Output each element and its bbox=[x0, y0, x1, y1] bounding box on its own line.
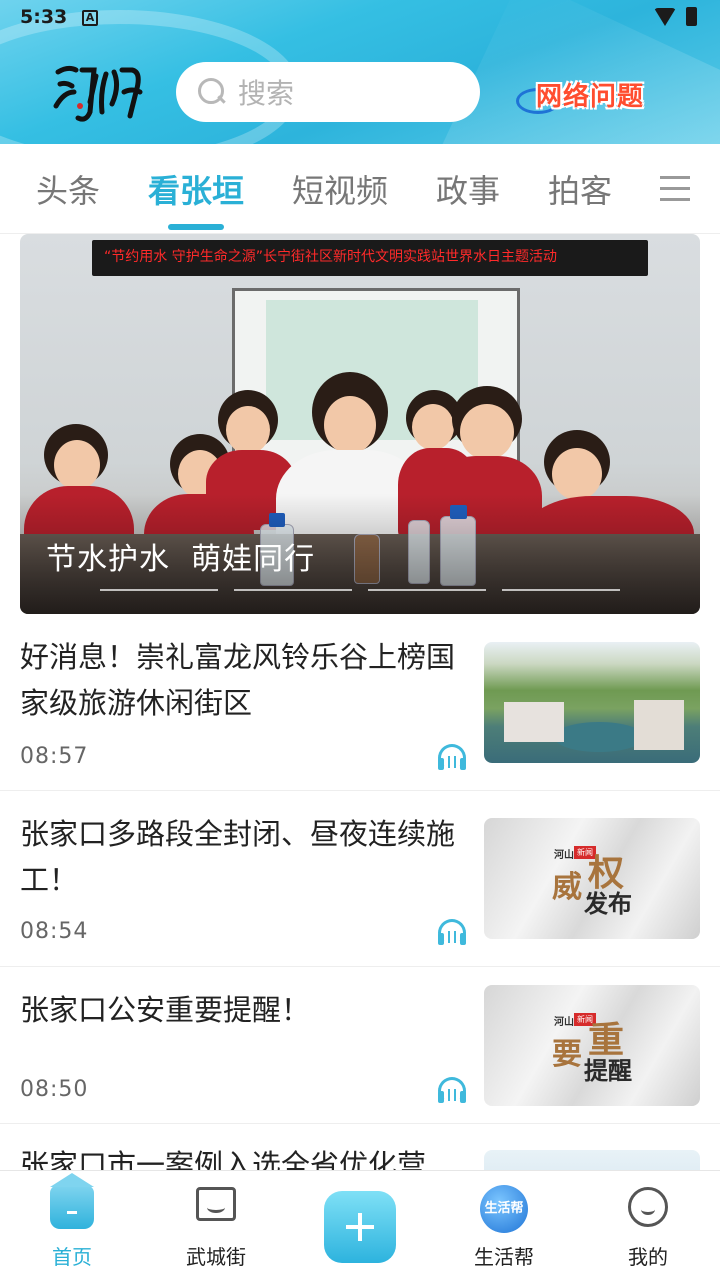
tab-short-video[interactable]: 短视频 bbox=[292, 166, 388, 212]
nav-life-help-label: 生活帮 bbox=[474, 1245, 534, 1269]
news-thumbnail: 河山 新闻 要 重 提醒 bbox=[484, 985, 700, 1106]
news-thumbnail bbox=[484, 642, 700, 763]
app-header: 5:33 A 搜索 网络问题 bbox=[0, 0, 720, 144]
bottom-navigation: 首页 武城街 生活帮 生活帮 我的 bbox=[0, 1170, 720, 1280]
thumb-subtitle: 提醒 bbox=[584, 1056, 632, 1085]
menu-icon[interactable] bbox=[660, 174, 690, 202]
listen-audio-icon[interactable] bbox=[436, 744, 468, 772]
news-thumbnail bbox=[484, 1150, 700, 1170]
nav-home-label: 首页 bbox=[52, 1245, 92, 1269]
tab-headlines[interactable]: 头条 bbox=[36, 166, 100, 212]
news-item[interactable]: 张家口多路段全封闭、昼夜连续施工！ 08:54 河山 新闻 威 权 发布 bbox=[0, 791, 720, 967]
thumb-subtitle: 发布 bbox=[584, 889, 632, 918]
news-time: 08:54 bbox=[20, 919, 89, 944]
chat-icon bbox=[196, 1187, 236, 1221]
search-bar[interactable]: 搜索 bbox=[176, 62, 480, 122]
thumb-char: 威 bbox=[552, 870, 582, 905]
search-placeholder: 搜索 bbox=[238, 77, 295, 110]
tab-zhangyuan[interactable]: 看张垣 bbox=[148, 166, 244, 212]
news-title: 张家口多路段全封闭、昼夜连续施工！ bbox=[20, 817, 456, 897]
news-title: 好消息！崇礼富龙风铃乐谷上榜国家级旅游休闲街区 bbox=[20, 640, 456, 720]
carousel-banner[interactable]: “节约用水 守护生命之源”长宁街社区新时代文明实践站世界水日主题活动 节水护水 … bbox=[20, 234, 700, 614]
create-post-button[interactable] bbox=[324, 1191, 396, 1263]
news-item[interactable]: 张家口市一案例入选全省优化营 bbox=[0, 1124, 720, 1170]
thumb-brand: 河山 bbox=[554, 1017, 574, 1028]
thumb-brand: 河山 bbox=[554, 850, 574, 861]
thumb-char: 要 bbox=[552, 1037, 582, 1072]
profile-icon bbox=[628, 1187, 668, 1227]
nav-life-help[interactable]: 生活帮 bbox=[432, 1171, 576, 1280]
news-item[interactable]: 好消息！崇礼富龙风铃乐谷上榜国家级旅游休闲街区 08:57 bbox=[0, 634, 720, 791]
news-time: 08:50 bbox=[20, 1077, 89, 1102]
carousel-dot[interactable] bbox=[100, 589, 218, 591]
listen-audio-icon[interactable] bbox=[436, 1077, 468, 1105]
carousel-dot[interactable] bbox=[502, 589, 620, 591]
app-logo[interactable] bbox=[50, 62, 146, 126]
carousel-dot[interactable] bbox=[234, 589, 352, 591]
wifi-icon bbox=[654, 8, 676, 26]
banner-caption: 节水护水 萌娃同行 bbox=[46, 542, 316, 577]
banner-sign-text: “节约用水 守护生命之源”长宁街社区新时代文明实践站世界水日主题活动 bbox=[104, 249, 557, 265]
network-issue-label: 网络问题 bbox=[536, 82, 645, 112]
nav-me-label: 我的 bbox=[628, 1245, 668, 1269]
notification-icon: A bbox=[82, 10, 98, 26]
carousel-dot[interactable] bbox=[368, 589, 486, 591]
carousel-indicator bbox=[100, 589, 620, 592]
status-bar: 5:33 A bbox=[0, 0, 720, 36]
home-icon bbox=[50, 1173, 94, 1229]
active-tab-indicator bbox=[168, 224, 224, 230]
news-title: 张家口市一案例入选全省优化营 bbox=[20, 1148, 427, 1170]
tab-politics[interactable]: 政事 bbox=[436, 166, 500, 212]
news-title: 张家口公安重要提醒！ bbox=[20, 993, 311, 1027]
news-time: 08:57 bbox=[20, 744, 89, 769]
nav-me[interactable]: 我的 bbox=[576, 1171, 720, 1280]
nav-wuchengjie-label: 武城街 bbox=[186, 1245, 246, 1269]
nav-home[interactable]: 首页 bbox=[0, 1171, 144, 1280]
channel-tabs: 头条 看张垣 短视频 政事 拍客 bbox=[0, 144, 720, 234]
battery-icon bbox=[686, 7, 697, 26]
status-time: 5:33 bbox=[20, 6, 68, 28]
news-item[interactable]: 张家口公安重要提醒！ 08:50 河山 新闻 要 重 提醒 bbox=[0, 967, 720, 1124]
listen-audio-icon[interactable] bbox=[436, 919, 468, 947]
tab-paike[interactable]: 拍客 bbox=[548, 166, 612, 212]
network-issue-badge[interactable]: 网络问题 bbox=[516, 72, 672, 118]
search-icon bbox=[198, 78, 226, 106]
nav-wuchengjie[interactable]: 武城街 bbox=[144, 1171, 288, 1280]
news-thumbnail: 河山 新闻 威 权 发布 bbox=[484, 818, 700, 939]
